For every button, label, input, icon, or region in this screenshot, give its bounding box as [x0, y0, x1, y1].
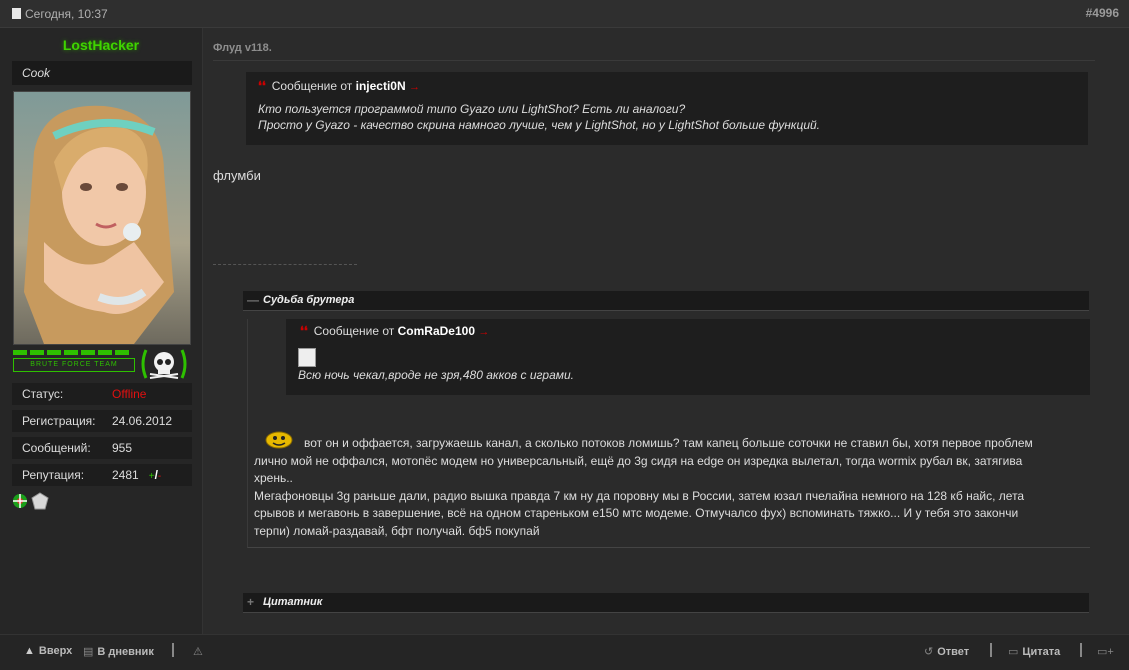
quote-prefix-2: Сообщение от [313, 324, 395, 338]
quote-link-icon[interactable]: → [409, 81, 420, 93]
up-button[interactable]: ▲ Вверх [24, 645, 72, 657]
spoiler-line: срывов и мегавонь в завершение, всё на о… [254, 506, 1019, 520]
reputation-value-wrap: 2481 +/- [112, 464, 161, 488]
quote-header-2: ❛❛ Сообщение от ComRaDe100 → [300, 324, 489, 338]
username-link[interactable]: LostHacker [0, 37, 202, 53]
quote-link-icon[interactable]: → [478, 326, 489, 338]
spoiler-line: вот он и оффается, загружаешь канал, а с… [304, 436, 1033, 450]
spoiler-label-2[interactable]: Цитатник [263, 596, 322, 608]
team-label: BRUTE FORCE TEAM [13, 358, 135, 372]
post-date: Сегодня, 10:37 [12, 7, 108, 21]
spoiler-line: терпи) ломай-раздавай, бфт получай. бф5 … [254, 523, 540, 538]
quote-line-1: Кто пользуется программой типо Gyazo или… [258, 102, 686, 116]
quote-mark-icon: ❛❛ [300, 324, 308, 338]
status-row: Статус: Offline [12, 383, 192, 405]
user-title-text: Cook [22, 66, 51, 80]
quote-author-1[interactable]: injecti0N [356, 79, 406, 93]
rep-minus-button[interactable]: - [158, 471, 161, 482]
skull-icon [140, 348, 188, 380]
spoiler-line: Мегафоновцы 3g раньше дали, радио вышка … [254, 488, 1025, 503]
separator [172, 643, 174, 657]
spoiler-content-1: ❛❛ Сообщение от ComRaDe100 → Всю ночь чек… [247, 319, 1090, 548]
registration-row: Регистрация: 24.06.2012 [12, 410, 192, 432]
spoiler-line: лично мой не оффался, мотопёс модем но у… [254, 453, 1023, 468]
diary-button[interactable]: ▤ В дневник [83, 645, 154, 658]
status-value: Offline [112, 387, 147, 401]
multiquote-icon: ▭+ [1097, 646, 1114, 658]
registration-value: 24.06.2012 [112, 414, 173, 428]
quote-icon: ▭ [1008, 646, 1019, 658]
spoiler-header-1[interactable]: — Судьба брутера [243, 291, 1089, 311]
posts-row: Сообщений: 955 [12, 437, 192, 459]
reputation-value: 2481 [112, 468, 139, 482]
award-icons [12, 492, 52, 513]
post-content: Флуд v118. ❛❛ Сообщение от injecti0N → Кт… [203, 28, 1129, 634]
user-title: Cook [12, 61, 192, 85]
posts-key: Сообщений: [22, 441, 91, 455]
quote-header-1: ❛❛ Сообщение от injecti0N → [258, 79, 420, 93]
arrow-up-icon: ▲ [24, 645, 35, 657]
quote-button[interactable]: ▭ Цитата [1008, 645, 1060, 658]
warning-icon: ⚠ [193, 646, 203, 658]
avatar[interactable] [13, 91, 191, 345]
team-badge: BRUTE FORCE TEAM [13, 350, 135, 376]
user-sidebar: LostHacker Cook BRUTE FORCE TEAM Статус:… [0, 28, 203, 634]
reputation-row: Репутация: 2481 +/- [12, 464, 192, 486]
doc-icon [12, 8, 21, 19]
reply-icon: ↺ [924, 646, 934, 658]
post-body-text: флумби [213, 168, 261, 183]
diary-icon: ▤ [83, 646, 94, 658]
reply-button[interactable]: ↺ Ответ [924, 645, 969, 658]
post-number-link[interactable]: #4996 [1086, 6, 1119, 20]
reputation-key: Репутация: [22, 468, 85, 482]
broken-image-icon[interactable] [298, 348, 316, 367]
up-label: Вверх [38, 645, 73, 657]
diary-label: В дневник [97, 646, 154, 658]
quote-prefix-1: Сообщение от [271, 79, 353, 93]
signature-divider [213, 264, 357, 266]
quote-mark-icon: ❛❛ [258, 79, 266, 93]
multiquote-button[interactable]: ▭+ [1097, 645, 1118, 658]
team-bars [13, 350, 135, 355]
spoiler-label-1[interactable]: Судьба брутера [263, 294, 354, 306]
flower-icon[interactable] [13, 494, 27, 508]
quote-text-1: Кто пользуется программой типо Gyazo или… [258, 101, 820, 133]
quote-block-1: ❛❛ Сообщение от injecti0N → Кто пользуетс… [246, 72, 1088, 145]
quote-author-2[interactable]: ComRaDe100 [398, 324, 475, 338]
spoiler-text-1: вот он и оффается, загружаешь канал, а с… [254, 435, 1090, 540]
gem-icon[interactable] [31, 492, 49, 510]
post-footer: ▲ Вверх ▤ В дневник ⚠ ↺ Ответ ▭ Цитата ▭+ [0, 634, 1129, 670]
post-title: Флуд v118. [213, 42, 272, 54]
quote-text-2: Всю ночь чекал,вроде не зря,480 акков с … [298, 368, 575, 382]
quote-label: Цитата [1022, 646, 1061, 658]
spoiler-header-2[interactable]: + Цитатник [243, 593, 1089, 613]
spoiler-toggle-2[interactable]: + [247, 596, 254, 608]
title-divider [213, 60, 1095, 61]
separator [990, 643, 992, 657]
report-button[interactable]: ⚠ [193, 645, 207, 658]
posts-value: 955 [112, 441, 133, 455]
post-date-text: Сегодня, 10:37 [25, 7, 108, 21]
quote-block-2: ❛❛ Сообщение от ComRaDe100 → Всю ночь чек… [286, 319, 1090, 395]
post-header: Сегодня, 10:37 #4996 [0, 0, 1129, 28]
spoiler-line: хрень.. [254, 471, 293, 485]
separator [1080, 643, 1082, 657]
spoiler-toggle-1[interactable]: — [247, 294, 259, 306]
quote-line-2: Просто у Gyazo - качество скрина намного… [258, 118, 821, 132]
status-key: Статус: [22, 387, 64, 401]
registration-key: Регистрация: [22, 414, 96, 428]
reply-label: Ответ [937, 646, 970, 658]
